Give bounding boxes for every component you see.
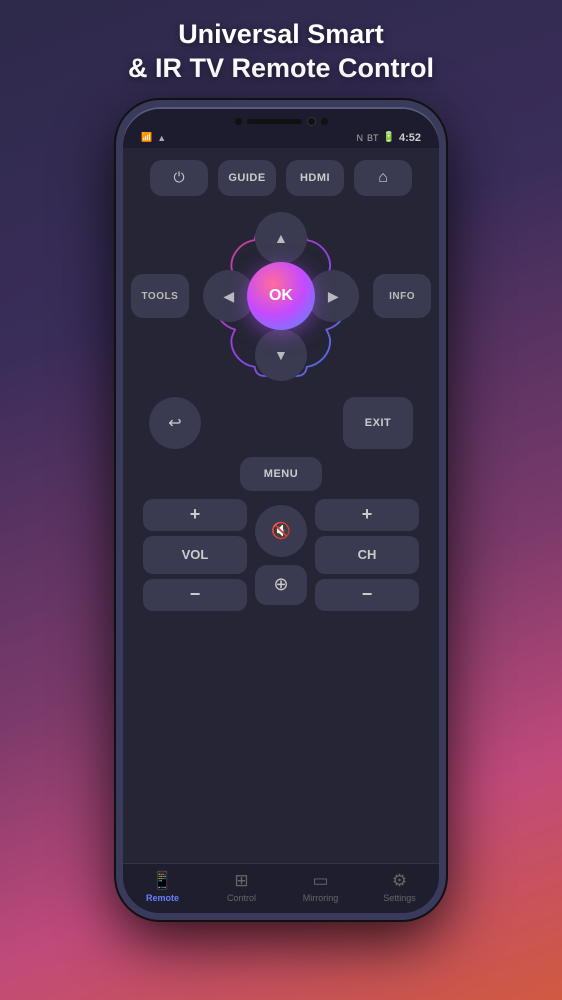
nav-item-remote[interactable]: 📱 Remote <box>135 871 190 903</box>
headline: Universal Smart & IR TV Remote Control <box>104 0 458 96</box>
info-button[interactable]: INFO <box>373 274 431 318</box>
ch-column: + CH − <box>315 499 419 611</box>
dpad-right-button[interactable]: ▶ <box>307 270 359 322</box>
dpad-row: TOOLS <box>131 204 431 389</box>
battery-icon: 🔋 <box>383 132 395 143</box>
app-content: ⏻ GUIDE HDMI ⌂ TOOLS <box>123 148 439 913</box>
exit-button[interactable]: EXIT <box>343 397 413 449</box>
menu-row: MENU <box>131 457 431 491</box>
dpad-container: ▲ ▼ ◀ ▶ OK <box>195 204 367 389</box>
top-buttons-row: ⏻ GUIDE HDMI ⌂ <box>150 160 412 196</box>
mute-source-column: 🔇 ⊕ <box>255 505 307 605</box>
dpad-up-button[interactable]: ▲ <box>255 212 307 264</box>
vol-plus-button[interactable]: + <box>143 499 247 531</box>
power-button[interactable]: ⏻ <box>150 160 208 196</box>
phone-wrapper: 📶 ▲ N BT 🔋 4:52 ⏻ GUIDE HDMI ⌂ <box>116 100 446 920</box>
settings-nav-label: Settings <box>383 893 416 903</box>
remote-nav-icon: 📱 <box>152 871 173 891</box>
nav-item-settings[interactable]: ⚙ Settings <box>372 871 427 903</box>
status-right: N BT 🔋 4:52 <box>357 132 422 144</box>
ch-label: CH <box>315 536 419 574</box>
guide-button[interactable]: GUIDE <box>218 160 276 196</box>
home-button[interactable]: ⌂ <box>354 160 412 196</box>
remote-nav-label: Remote <box>146 893 179 903</box>
control-nav-icon: ⊞ <box>234 871 248 891</box>
settings-nav-icon: ⚙ <box>392 871 407 891</box>
wifi-icon: ▲ <box>157 133 166 143</box>
time-display: 4:52 <box>399 132 421 144</box>
vol-ch-section: + VOL − 🔇 ⊕ + CH − <box>131 499 431 611</box>
nav-item-control[interactable]: ⊞ Control <box>214 871 269 903</box>
ch-plus-button[interactable]: + <box>315 499 419 531</box>
phone-frame: 📶 ▲ N BT 🔋 4:52 ⏻ GUIDE HDMI ⌂ <box>116 100 446 920</box>
ch-minus-button[interactable]: − <box>315 579 419 611</box>
bottom-nav: 📱 Remote ⊞ Control ▭ Mirroring ⚙ Setting… <box>123 863 439 913</box>
mirroring-nav-icon: ▭ <box>312 871 328 891</box>
remote-area: ⏻ GUIDE HDMI ⌂ TOOLS <box>123 148 439 863</box>
bt-icon: BT <box>367 133 379 143</box>
nfc-icon: N <box>357 133 364 143</box>
hdmi-button[interactable]: HDMI <box>286 160 344 196</box>
sensor-dot-right <box>321 118 328 125</box>
headline-line2: & IR TV Remote Control <box>128 53 434 83</box>
status-bar: 📶 ▲ N BT 🔋 4:52 <box>123 130 439 148</box>
mirroring-nav-label: Mirroring <box>303 893 339 903</box>
sensor-speaker <box>247 119 302 124</box>
phone-sensors <box>123 107 439 130</box>
vol-minus-button[interactable]: − <box>143 579 247 611</box>
source-button[interactable]: ⊕ <box>255 565 307 605</box>
sensor-camera <box>307 117 316 126</box>
back-button[interactable]: ↩ <box>149 397 201 449</box>
status-left: 📶 ▲ <box>141 132 166 143</box>
sim-icon: 📶 <box>141 132 152 143</box>
menu-button[interactable]: MENU <box>240 457 322 491</box>
tools-button[interactable]: TOOLS <box>131 274 189 318</box>
vol-label: VOL <box>143 536 247 574</box>
back-exit-row: ↩ EXIT <box>131 397 431 449</box>
vol-column: + VOL − <box>143 499 247 611</box>
dpad-down-button[interactable]: ▼ <box>255 329 307 381</box>
sensor-dot-left <box>235 118 242 125</box>
nav-item-mirroring[interactable]: ▭ Mirroring <box>293 871 348 903</box>
mute-button[interactable]: 🔇 <box>255 505 307 557</box>
ok-button[interactable]: OK <box>247 262 315 330</box>
control-nav-label: Control <box>227 893 256 903</box>
headline-line1: Universal Smart <box>178 19 384 49</box>
